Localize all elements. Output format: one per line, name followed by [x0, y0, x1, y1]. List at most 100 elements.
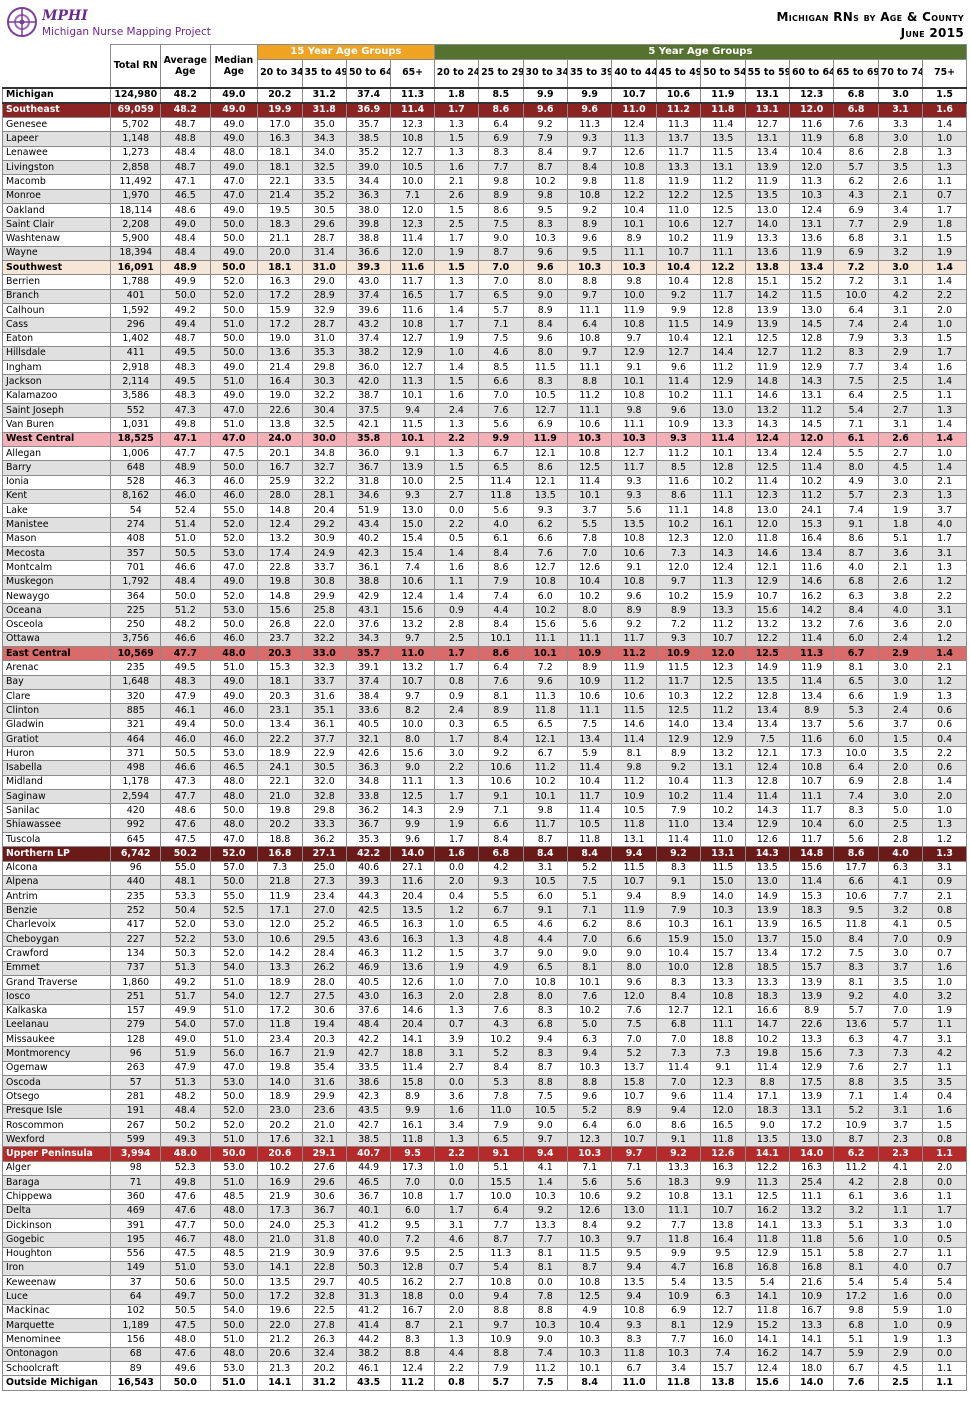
row-value: 15.2 — [788, 274, 835, 290]
row-value: 22.5 — [301, 1303, 347, 1320]
row-value: 7.0 — [655, 1032, 702, 1048]
county-row: Van Buren 1,031 49.8 51.0 13.8 32.5 42.1 11.5 1.… — [1, 417, 967, 433]
row-value: 1.3 — [922, 560, 967, 576]
row-value: 10.6 — [390, 574, 435, 590]
row-value: 9.2 — [478, 746, 524, 762]
row-value: 2,858 — [110, 159, 162, 176]
row-value: 1.4 — [922, 417, 967, 433]
row-value: 22.0 — [257, 1318, 303, 1334]
row-value: 6.3 — [877, 860, 924, 876]
row-value: 648 — [110, 460, 162, 476]
row-name: Southwest — [1, 260, 112, 276]
row-value: 36.0 — [345, 360, 392, 376]
row-value: 11.8 — [390, 1132, 435, 1148]
row-value: 2.4 — [877, 631, 924, 648]
row-value: 9.1 — [611, 560, 657, 576]
region-row: West Central 18,525 47.1 47.0 24.0 30.0 35.8 10… — [1, 431, 967, 447]
row-value: 14.6 — [744, 388, 790, 405]
row-value: 11.3 — [788, 174, 835, 190]
row-value: 15.9 — [257, 302, 303, 319]
row-value: 34.3 — [345, 631, 392, 648]
row-value: 29.6 — [301, 217, 347, 233]
row-value: 11.1 — [566, 403, 613, 419]
row-value: 10.0 — [655, 960, 702, 976]
row-value: 1.0 — [922, 317, 967, 333]
row-value: 7.0 — [611, 1032, 657, 1048]
county-row: Osceola 250 48.2 50.0 26.8 22.0 37.6 13.2 2.8 8.4… — [1, 617, 967, 633]
row-value: 14.0 — [788, 1146, 835, 1162]
row-value: 6.8 — [833, 86, 879, 104]
row-value: 10.9 — [655, 417, 702, 433]
row-value: 25.2 — [301, 917, 347, 934]
row-value: 19.9 — [257, 102, 303, 119]
row-value: 36.1 — [301, 717, 347, 733]
row-value: 35.2 — [301, 188, 347, 204]
row-value: 49.9 — [160, 1003, 211, 1019]
row-value: 12.0 — [390, 202, 435, 219]
row-value: 11.3 — [744, 1175, 790, 1191]
row-value: 31.8 — [301, 1232, 347, 1248]
row-value: 16.3 — [257, 131, 303, 147]
row-value: 11.7 — [655, 674, 702, 690]
row-value: 11.9 — [611, 660, 657, 676]
row-value: 11.3 — [390, 86, 435, 104]
row-value: 3.5 — [877, 974, 924, 991]
row-value: 9.7 — [566, 345, 613, 362]
row-value: 50.0 — [209, 460, 259, 476]
row-value: 46.5 — [345, 917, 392, 934]
row-value: 16.8 — [257, 846, 303, 862]
row-value: 2.5 — [877, 817, 924, 833]
row-value: 29.6 — [301, 1175, 347, 1191]
row-value: 47.5 — [160, 1318, 211, 1334]
row-value: 23.4 — [257, 1032, 303, 1048]
row-value: 1.1 — [922, 1060, 967, 1076]
county-row: Manistee 274 51.4 52.0 12.4 29.2 43.4 15.0 2.2 4.… — [1, 517, 967, 533]
row-value: 11.0 — [611, 102, 657, 119]
row-value: 53.0 — [209, 932, 259, 948]
row-name: Livingston — [1, 159, 112, 176]
row-value: 46.0 — [209, 488, 259, 505]
row-value: 10.4 — [788, 817, 835, 833]
row-value: 1.4 — [433, 545, 480, 562]
row-value: 23.7 — [257, 631, 303, 648]
row-name: Emmet — [1, 960, 112, 976]
row-value: 47.6 — [160, 1203, 211, 1219]
row-value: 36.9 — [345, 102, 392, 119]
row-value: 11.0 — [390, 646, 435, 662]
row-value: 9.3 — [522, 503, 568, 519]
row-value: 357 — [110, 545, 162, 562]
row-value: 5.7 — [833, 159, 879, 176]
row-value: 8.6 — [522, 460, 568, 476]
row-value: 14.1 — [788, 1332, 835, 1348]
row-value: 47.7 — [160, 1217, 211, 1234]
row-value: 96 — [110, 1046, 162, 1062]
row-value: 9.8 — [611, 274, 657, 290]
row-value: 50.0 — [209, 1217, 259, 1234]
row-value: 6.6 — [833, 874, 879, 891]
row-value: 13.5 — [700, 1275, 746, 1291]
row-value: 12.0 — [700, 646, 746, 662]
row-value: 11.8 — [566, 831, 613, 848]
row-value: 40.0 — [345, 1232, 392, 1248]
row-value: 54.0 — [209, 960, 259, 976]
row-value: 4.6 — [433, 1232, 480, 1248]
row-value: 39.3 — [345, 874, 392, 891]
row-value: 440 — [110, 874, 162, 891]
row-value: 2.5 — [877, 388, 924, 405]
row-value: 12.9 — [700, 1318, 746, 1334]
row-value: 11.2 — [700, 617, 746, 633]
row-value: 1.6 — [433, 846, 480, 862]
row-value: 15.1 — [788, 1246, 835, 1262]
row-value: 528 — [110, 474, 162, 490]
row-value: 7.8 — [478, 1089, 524, 1105]
row-value: 8.3 — [833, 960, 879, 976]
row-value: 3.5 — [877, 746, 924, 762]
row-value: 5.6 — [478, 417, 524, 433]
row-value: 6.5 — [833, 674, 879, 690]
row-value: 252 — [110, 903, 162, 919]
row-value: 8.9 — [788, 703, 835, 719]
row-value: 1.2 — [922, 831, 967, 848]
row-value: 2,208 — [110, 217, 162, 233]
row-value: 22.0 — [301, 617, 347, 633]
row-value: 7.4 — [833, 503, 879, 519]
